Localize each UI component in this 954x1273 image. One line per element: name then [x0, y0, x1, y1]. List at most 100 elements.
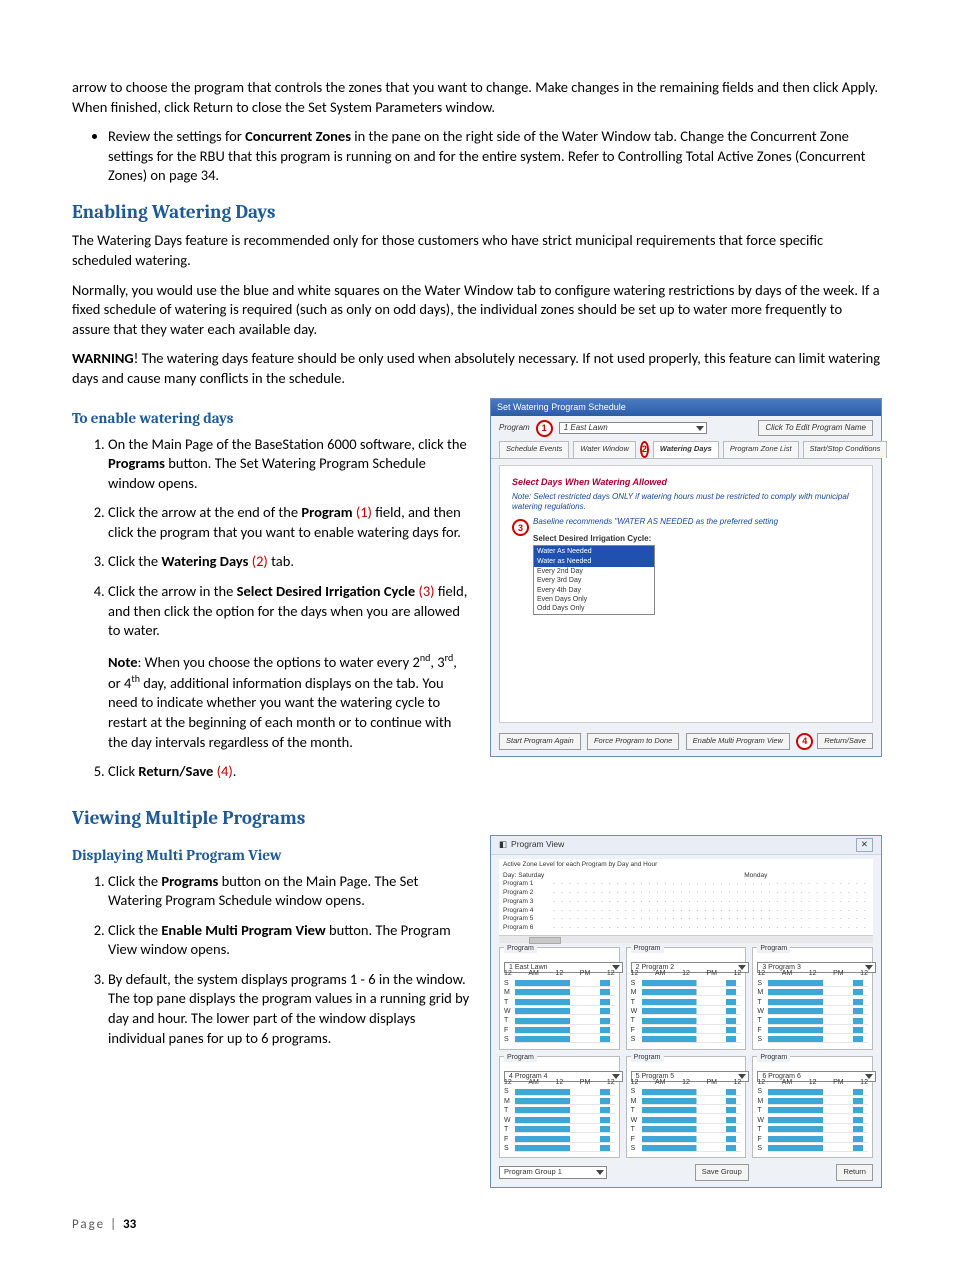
- heading-to-enable-watering-days: To enable watering days: [72, 408, 472, 428]
- day-row: S: [504, 979, 615, 988]
- edit-program-name-button[interactable]: Click To Edit Program Name: [758, 420, 873, 437]
- enable-multi-program-view-button[interactable]: Enable Multi Program View: [686, 733, 790, 750]
- program-combo[interactable]: 1 East Lawn: [559, 422, 707, 435]
- section-note-1: Note: Select restricted days ONLY if wat…: [512, 492, 860, 514]
- day-row: S: [631, 1035, 742, 1044]
- program-group-combo[interactable]: Program Group 1: [499, 1166, 607, 1178]
- chevron-down-icon: [696, 426, 704, 431]
- day-row: F: [757, 1026, 868, 1035]
- day-row: W: [631, 1007, 742, 1016]
- section-title: Select Days When Watering Allowed: [512, 476, 860, 488]
- viewing-step-2: Click the Enable Multi Program View butt…: [108, 921, 472, 960]
- day-row: S: [757, 979, 868, 988]
- step-3: Click the Watering Days (2) tab.: [108, 552, 472, 572]
- day-row: T: [757, 1125, 868, 1134]
- day-row: W: [757, 1007, 868, 1016]
- day-row: M: [757, 1097, 868, 1106]
- day-row: M: [757, 988, 868, 997]
- heading-enabling-watering-days: Enabling Watering Days: [72, 200, 882, 226]
- day-row: F: [504, 1026, 615, 1035]
- return-button[interactable]: Return: [836, 1164, 873, 1180]
- step-2: Click the arrow at the end of the Progra…: [108, 503, 472, 542]
- day-row: T: [757, 1106, 868, 1115]
- day-row: T: [631, 1125, 742, 1134]
- page-footer: Page | 33: [72, 1216, 882, 1234]
- day-row: F: [631, 1026, 742, 1035]
- day-row: S: [757, 1035, 868, 1044]
- day-row: S: [631, 1087, 742, 1096]
- tab-watering-days[interactable]: Watering Days: [653, 441, 719, 458]
- list-item[interactable]: Even Days Only: [534, 595, 654, 604]
- list-item[interactable]: Every 4th Day: [534, 586, 654, 595]
- day-row: S: [631, 979, 742, 988]
- day-row: M: [504, 1097, 615, 1106]
- enabling-warning: WARNING! The watering days feature shoul…: [72, 349, 882, 388]
- irrigation-cycle-listbox[interactable]: Water As Needed Water as Needed Every 2n…: [533, 545, 655, 615]
- day-row: S: [757, 1087, 868, 1096]
- save-group-button[interactable]: Save Group: [695, 1164, 749, 1180]
- close-icon[interactable]: ✕: [856, 838, 873, 851]
- force-program-done-button[interactable]: Force Program to Done: [587, 733, 679, 750]
- enabling-p2: Normally, you would use the blue and whi…: [72, 281, 882, 340]
- program-panel: Program5 Program 512AM12PM12SMTWTFS: [626, 1056, 747, 1159]
- heading-displaying-multi-program-view: Displaying Multi Program View: [72, 845, 472, 865]
- scrollbar-thumb[interactable]: [529, 937, 561, 944]
- step-1: On the Main Page of the BaseStation 6000…: [108, 435, 472, 494]
- day-row: M: [631, 1097, 742, 1106]
- table-row: Program 1· · · · · · · · · · · · · · · ·…: [503, 880, 869, 889]
- start-program-again-button[interactable]: Start Program Again: [499, 733, 581, 750]
- day-row: F: [504, 1135, 615, 1144]
- step-4: Click the arrow in the Select Desired Ir…: [108, 582, 472, 752]
- grid-pane: Active Zone Level for each Program by Da…: [499, 859, 873, 943]
- day-row: T: [757, 998, 868, 1007]
- day-row: M: [631, 988, 742, 997]
- table-row: Program 6· · · · · · · · · · · · · · · ·…: [503, 924, 869, 933]
- callout-4: 4: [796, 733, 813, 750]
- viewing-step-1: Click the Programs button on the Main Pa…: [108, 872, 472, 911]
- day-row: T: [631, 1106, 742, 1115]
- app-icon: ◧: [499, 839, 507, 850]
- tab-schedule-events[interactable]: Schedule Events: [499, 441, 569, 458]
- table-row: Program 4· · · · · · · · · · · · · · · ·…: [503, 907, 869, 916]
- tab-program-zone-list[interactable]: Program Zone List: [723, 441, 799, 458]
- day-row: T: [631, 998, 742, 1007]
- enabling-p1: The Watering Days feature is recommended…: [72, 231, 882, 270]
- program-panel: Program6 Program 612AM12PM12SMTWTFS: [752, 1056, 873, 1159]
- day-row: T: [504, 1125, 615, 1134]
- tab-water-window[interactable]: Water Window: [573, 441, 636, 458]
- program-select[interactable]: 4 Program 4: [504, 1071, 623, 1082]
- program-panel: Program4 Program 412AM12PM12SMTWTFS: [499, 1056, 620, 1159]
- list-item[interactable]: Water as Needed: [534, 557, 654, 566]
- continuation-paragraph: arrow to choose the program that control…: [72, 78, 882, 117]
- day-row: S: [504, 1035, 615, 1044]
- day-row: W: [504, 1007, 615, 1016]
- table-row: Program 2· · · · · · · · · · · · · · · ·…: [503, 889, 869, 898]
- day-row: F: [631, 1135, 742, 1144]
- day-row: W: [757, 1116, 868, 1125]
- day-row: T: [504, 998, 615, 1007]
- screenshot-watering-days: Set Watering Program Schedule Program 1 …: [490, 398, 882, 756]
- heading-viewing-multiple-programs: Viewing Multiple Programs: [72, 806, 882, 832]
- day-row: S: [757, 1144, 868, 1153]
- program-select[interactable]: 1 East Lawn: [504, 962, 623, 973]
- callout-3: 3: [512, 519, 529, 536]
- irrigation-cycle-label: Select Desired Irrigation Cycle:: [533, 534, 778, 545]
- program-panel: Program3 Program 312AM12PM12SMTWTFS: [752, 947, 873, 1050]
- list-item[interactable]: Every 2nd Day: [534, 567, 654, 576]
- table-row: Program 3· · · · · · · · · · · · · · · ·…: [503, 898, 869, 907]
- day-row: M: [504, 988, 615, 997]
- day-row: W: [504, 1116, 615, 1125]
- day-row: T: [504, 1016, 615, 1025]
- day-row: S: [504, 1144, 615, 1153]
- callout-2: 2: [640, 441, 649, 458]
- day-row: T: [757, 1016, 868, 1025]
- return-save-button[interactable]: Return/Save: [817, 733, 873, 749]
- day-row: S: [504, 1087, 615, 1096]
- program-panel: Program2 Program 212AM12PM12SMTWTFS: [626, 947, 747, 1050]
- list-item[interactable]: Odd Days Only: [534, 604, 654, 613]
- list-item[interactable]: Every 3rd Day: [534, 576, 654, 585]
- tab-start-stop-conditions[interactable]: Start/Stop Conditions: [803, 441, 888, 458]
- day-row: T: [504, 1106, 615, 1115]
- step-5: Click Return/Save (4).: [108, 762, 472, 782]
- screenshot-program-view: ◧Program View ✕ Active Zone Level for ea…: [490, 835, 882, 1187]
